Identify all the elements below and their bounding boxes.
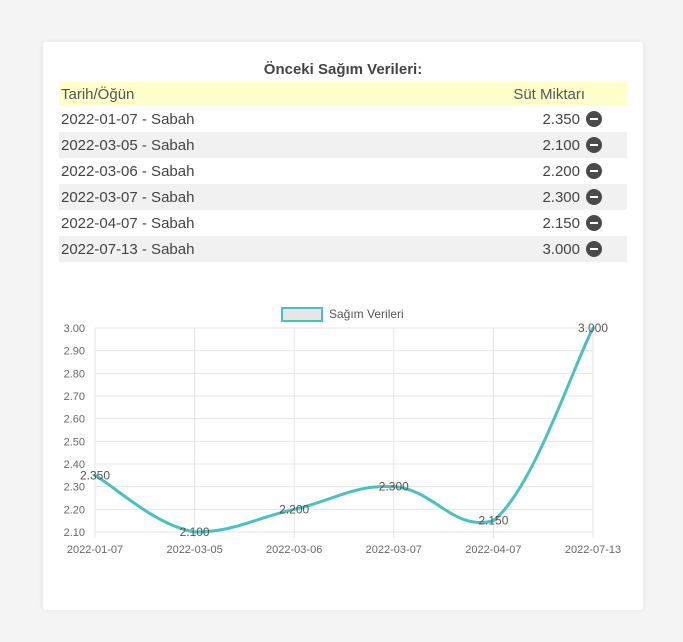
y-tick-label: 2.10	[64, 527, 85, 539]
y-tick-label: 2.90	[64, 346, 85, 358]
line-chart: 3.002.902.802.702.602.502.402.302.202.10…	[64, 321, 622, 556]
x-tick-label: 2022-03-05	[166, 544, 222, 556]
x-tick-label: 2022-01-07	[67, 544, 123, 556]
data-label: 2.100	[180, 525, 210, 539]
data-label: 2.350	[80, 468, 110, 482]
y-tick-label: 2.60	[64, 414, 85, 426]
y-tick-label: 2.20	[64, 504, 85, 516]
y-tick-label: 2.30	[64, 482, 85, 494]
data-label: 2.200	[279, 502, 309, 516]
data-label: 3.000	[578, 321, 608, 335]
data-label: 2.300	[379, 480, 409, 494]
y-tick-label: 2.70	[64, 391, 85, 403]
y-tick-label: 2.50	[64, 436, 85, 448]
x-tick-label: 2022-07-13	[565, 544, 621, 556]
x-tick-label: 2022-04-07	[465, 544, 521, 556]
y-tick-label: 3.00	[64, 323, 85, 335]
y-tick-label: 2.80	[64, 368, 85, 380]
x-tick-label: 2022-03-07	[366, 544, 422, 556]
series-line	[94, 327, 595, 534]
x-tick-label: 2022-03-06	[266, 544, 322, 556]
data-label: 2.150	[478, 514, 508, 528]
main-card: Önceki Sağım Verileri: Tarih/Öğün Süt Mi…	[43, 42, 643, 610]
